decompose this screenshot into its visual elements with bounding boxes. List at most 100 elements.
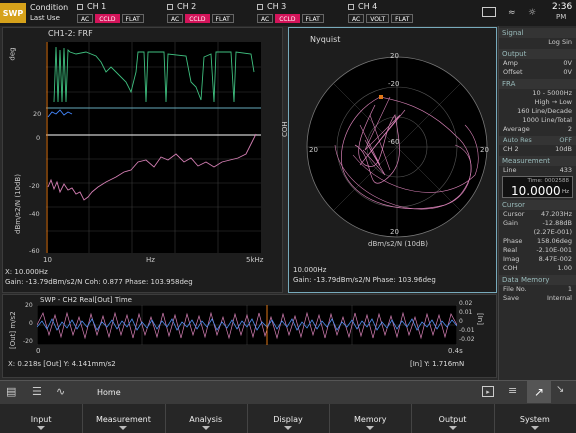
channel-3-tag-ac[interactable]: AC <box>257 14 274 23</box>
channel-4-label[interactable]: CH 4 <box>358 2 377 11</box>
channel-2-tag-ac[interactable]: AC <box>167 14 184 23</box>
nyquist-readout: Gain: -13.79dBm/s2/N Phase: 103.96deg <box>293 276 436 284</box>
condition-label[interactable]: Condition <box>30 3 68 12</box>
cursor-row: Gain -12.88dB <box>499 219 576 228</box>
autores-ch-row: CH 2 10dB <box>499 145 576 154</box>
menu-system[interactable]: System <box>494 404 576 433</box>
menu-measurement[interactable]: Measurement <box>82 404 164 433</box>
nyquist-xlabel: dBm/s2/N (10dB) <box>368 240 428 248</box>
clock-ampm: PM <box>556 13 567 21</box>
time-rtick-1: 0.01 <box>459 309 473 316</box>
autores-row[interactable]: Auto Res OFF <box>499 136 576 145</box>
cursor-row-value: 47.203Hz <box>540 210 572 218</box>
bar-chart-icon[interactable]: ▤ <box>6 385 16 398</box>
menu-analysis[interactable]: Analysis <box>165 404 247 433</box>
channel-2-label[interactable]: CH 2 <box>177 2 196 11</box>
channel-1-tag-ac[interactable]: AC <box>77 14 94 23</box>
list-icon[interactable]: ☰ <box>32 385 42 398</box>
channel-1-tags: AC CCLD FLAT <box>77 14 144 23</box>
nyquist-title: Nyquist <box>310 35 341 44</box>
time-title: SWP - CH2 Real[Out] Time <box>40 296 132 304</box>
output-header[interactable]: Output <box>499 49 576 59</box>
channel-3-tags: AC CCLD FLAT <box>257 14 324 23</box>
clock-time: 2:36 <box>552 2 573 12</box>
frf-xtick-start: 10 <box>43 256 52 264</box>
cursor-row: Imag 8.47E-002 <box>499 255 576 264</box>
measurement-header[interactable]: Measurement <box>499 156 576 166</box>
chevron-down-icon <box>283 426 292 430</box>
cursor-row-label: Imag <box>503 255 520 263</box>
time-ylabel-left: [Out] m/s2 <box>9 311 17 349</box>
measurement-display: Time: 0002588 10.0000 Hz <box>502 176 573 198</box>
menu-display[interactable]: Display <box>247 404 329 433</box>
channel-3-tag-flat[interactable]: FLAT <box>301 14 324 23</box>
channel-4-tag-ac[interactable]: AC <box>348 14 365 23</box>
menu-divider <box>82 404 84 433</box>
autores-value: OFF <box>559 136 572 144</box>
autores-header: Auto Res <box>503 136 532 144</box>
file-row: File No. 1 <box>499 285 576 294</box>
menu-memory-label: Memory <box>354 415 387 424</box>
menu-input-label: Input <box>30 415 52 424</box>
chevron-down-icon <box>119 426 128 430</box>
time-ylabel-right: [In] <box>475 313 484 325</box>
cursor-row-label: Real <box>503 246 518 254</box>
menu-memory[interactable]: Memory <box>329 404 411 433</box>
channel-3-label[interactable]: CH 3 <box>267 2 286 11</box>
menu-list-icon[interactable]: ≡ <box>508 384 517 397</box>
channel-1-tag-flat[interactable]: FLAT <box>121 14 144 23</box>
collapse-icon[interactable]: ↘ <box>556 384 564 395</box>
fra-lines-total: 1000 Line/Total <box>522 116 572 124</box>
home-button[interactable]: Home <box>97 388 121 397</box>
waveform-icon[interactable]: ∿ <box>56 385 65 398</box>
swp-mode-button[interactable]: SWP <box>0 3 26 23</box>
channel-1-tag-ccld[interactable]: CCLD <box>95 14 120 23</box>
menu-input[interactable]: Input <box>0 404 82 433</box>
channel-4-tag-volt[interactable]: VOLT <box>366 14 390 23</box>
cursor-row-value: 158.06deg <box>537 237 572 245</box>
frf-xtick-end: 5kHz <box>246 256 264 264</box>
cursor-row: Cursor 47.203Hz <box>499 210 576 219</box>
battery-icon <box>482 7 496 17</box>
cursor-row-label: Cursor <box>503 210 525 218</box>
channel-4-tag-flat[interactable]: FLAT <box>391 14 414 23</box>
menu-output[interactable]: Output <box>411 404 493 433</box>
channel-4-checkbox[interactable] <box>348 4 354 10</box>
menu-system-label: System <box>519 415 550 424</box>
line-label: Line <box>503 166 517 174</box>
channel-3-checkbox[interactable] <box>257 4 263 10</box>
frf-title: CH1-2: FRF <box>48 29 93 38</box>
channel-1-checkbox[interactable] <box>77 4 83 10</box>
chevron-down-icon <box>201 426 210 430</box>
offset-row: Offset 0V <box>499 68 576 77</box>
line-row: Line 433 <box>499 166 576 175</box>
nyquist-cursor: 10.000Hz <box>293 266 327 274</box>
signal-value: Log Sin <box>548 38 572 46</box>
signal-header[interactable]: Signal <box>499 28 576 38</box>
time-plot[interactable] <box>37 305 457 345</box>
cursor-row: Real -2.10E-001 <box>499 246 576 255</box>
channel-3-tag-ccld[interactable]: CCLD <box>275 14 300 23</box>
menu-divider <box>411 404 413 433</box>
pointer-arrow-icon[interactable]: ↗ <box>527 381 551 403</box>
frf-plot[interactable] <box>46 42 261 253</box>
brightness-icon[interactable]: ☼ <box>528 8 536 18</box>
time-xtick-start: 0 <box>36 347 41 355</box>
chevron-down-icon <box>448 426 457 430</box>
data-memory-header[interactable]: Data Memory <box>499 275 576 285</box>
channel-4-tags: AC VOLT FLAT <box>348 14 414 23</box>
line-value: 433 <box>559 166 572 174</box>
channel-1-label[interactable]: CH 1 <box>87 2 106 11</box>
channel-2-tag-flat[interactable]: FLAT <box>211 14 234 23</box>
time-ltick-1: 0 <box>29 320 33 327</box>
fra-header[interactable]: FRA <box>499 79 576 89</box>
channel-2-checkbox[interactable] <box>167 4 173 10</box>
channel-2-tags: AC CCLD FLAT <box>167 14 234 23</box>
time-ltick-0: 20 <box>25 302 33 309</box>
cursor-row-value: 1.00 <box>557 264 572 272</box>
play-icon[interactable]: ▸ <box>482 386 494 397</box>
fra-direction: High → Low <box>534 98 572 106</box>
channel-2-tag-ccld[interactable]: CCLD <box>185 14 210 23</box>
cursor-header[interactable]: Cursor <box>499 200 576 210</box>
cursor-row-label: COH <box>503 264 518 272</box>
